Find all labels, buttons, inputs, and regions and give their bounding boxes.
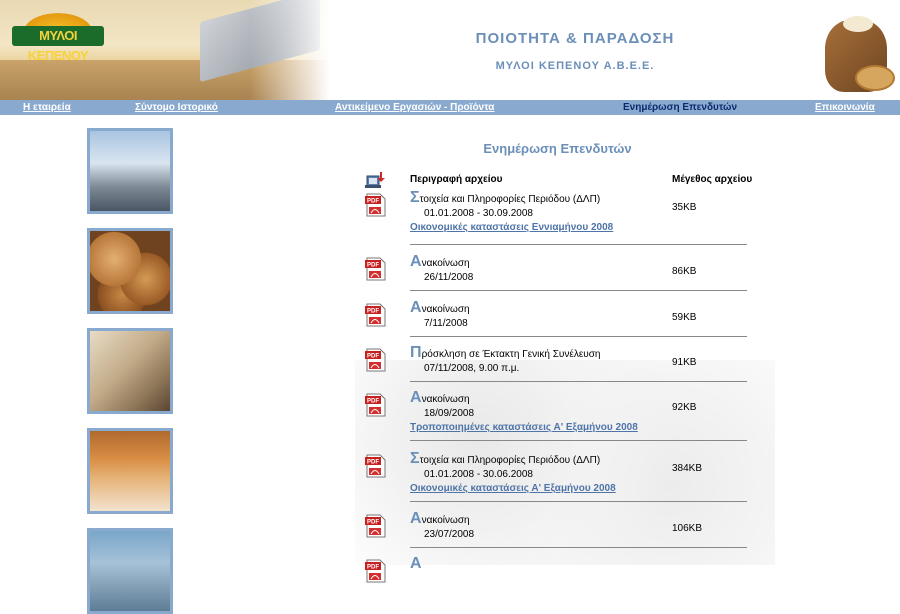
file-description[interactable]: Ανακοίνωση <box>410 253 470 270</box>
row-divider <box>410 290 747 291</box>
svg-text:PDF: PDF <box>367 263 379 269</box>
description-initial: Α <box>410 510 422 527</box>
row-divider <box>410 440 747 441</box>
file-size: 91KB <box>672 357 697 368</box>
file-row: PDF Ανακοίνωση 23/07/2008 106KB <box>360 511 748 549</box>
site-subtitle: ΜΥΛΟΙ ΚΕΠΕΝΟΥ Α.Β.Ε.Ε. <box>495 60 655 72</box>
row-divider <box>410 336 747 337</box>
header: ΜΥΛΟΙ ΚΕΠΕΝΟΥ ΠΟΙΟΤΗΤΑ & ΠΑΡΑΔΟΣΗ ΜΥΛΟΙ … <box>0 0 900 100</box>
row-divider <box>410 501 747 502</box>
row-divider <box>410 547 747 548</box>
pdf-file-icon[interactable]: PDF <box>365 514 387 538</box>
file-description[interactable]: Στοιχεία και Πληροφορίες Περιόδου (ΔΛΠ) <box>410 189 601 206</box>
description-initial: Π <box>410 344 422 361</box>
photo-truck-mill <box>87 128 173 214</box>
file-description[interactable]: Ανακοίνωση <box>410 389 470 406</box>
description-text: τοιχεία και Πληροφορίες Περιόδου (ΔΛΠ) <box>419 455 601 466</box>
row-divider <box>410 381 747 382</box>
file-description[interactable]: Στοιχεία και Πληροφορίες Περιόδου (ΔΛΠ) <box>410 450 601 467</box>
description-initial: Σ <box>410 450 420 467</box>
pdf-file-icon[interactable]: PDF <box>365 559 387 583</box>
company-logo[interactable]: ΜΥΛΟΙ ΚΕΠΕΝΟΥ <box>12 10 104 63</box>
svg-text:PDF: PDF <box>367 565 379 571</box>
file-link[interactable]: Τροποποιημένες καταστάσεις Α' Εξαμήνου 2… <box>410 422 638 433</box>
description-initial: Α <box>410 253 422 270</box>
file-description[interactable]: Α <box>410 555 422 572</box>
site-title: ΠΟΙΟΤΗΤΑ & ΠΑΡΑΔΟΣΗ <box>475 30 675 47</box>
description-initial: Α <box>410 555 422 572</box>
svg-text:PDF: PDF <box>367 309 379 315</box>
file-description[interactable]: Πρόσκληση σε Έκτακτη Γενική Συνέλευση <box>410 344 601 361</box>
description-text: νακοίνωση <box>421 394 470 405</box>
file-date: 7/11/2008 <box>424 318 468 329</box>
nav-contact[interactable]: Επικοινωνία <box>815 100 875 115</box>
file-row: PDF Στοιχεία και Πληροφορίες Περιόδου (Δ… <box>360 451 748 503</box>
svg-text:PDF: PDF <box>367 399 379 405</box>
file-size: 106KB <box>672 523 703 534</box>
download-icon <box>365 171 385 189</box>
file-link[interactable]: Οικονομικές καταστάσεις Α' Εξαμήνου 2008 <box>410 483 616 494</box>
file-date: 01.01.2008 - 30.06.2008 <box>424 469 533 480</box>
description-text: νακοίνωση <box>421 258 470 269</box>
file-date: 07/11/2008, 9.00 π.μ. <box>424 363 520 374</box>
file-row: PDF Ανακοίνωση 7/11/2008 59KB <box>360 300 748 338</box>
pdf-file-icon[interactable]: PDF <box>365 393 387 417</box>
file-description[interactable]: Ανακοίνωση <box>410 299 470 316</box>
file-row: PDF Πρόσκληση σε Έκτακτη Γενική Συνέλευσ… <box>360 345 748 383</box>
photo-oven <box>87 428 173 514</box>
file-date: 18/09/2008 <box>424 408 475 419</box>
file-row: PDF Στοιχεία και Πληροφορίες Περιόδου (Δ… <box>360 190 748 246</box>
pdf-file-icon[interactable]: PDF <box>365 348 387 372</box>
pdf-file-icon[interactable]: PDF <box>365 257 387 281</box>
file-date: 01.01.2008 - 30.09.2008 <box>424 208 533 219</box>
file-row: PDF Α <box>360 556 748 583</box>
description-initial: Α <box>410 389 422 406</box>
file-date: 26/11/2008 <box>424 272 474 283</box>
file-link[interactable]: Οικονομικές καταστάσεις Εννιαμήνου 2008 <box>410 222 613 233</box>
pdf-file-icon[interactable]: PDF <box>365 454 387 478</box>
description-initial: Σ <box>410 189 420 206</box>
flour-sack-image <box>815 10 897 95</box>
description-text: ρόσκληση σε Έκτακτη Γενική Συνέλευση <box>421 349 601 360</box>
file-size: 35KB <box>672 202 697 213</box>
svg-text:PDF: PDF <box>367 460 379 466</box>
nav-investor-relations[interactable]: Ενημέρωση Επενδυτών <box>623 100 737 115</box>
file-row: PDF Ανακοίνωση 26/11/2008 86KB <box>360 254 748 292</box>
table-header: Περιγραφή αρχείου Μέγεθος αρχείου <box>360 171 760 189</box>
photo-breads <box>87 228 173 314</box>
description-text: νακοίνωση <box>421 304 470 315</box>
main-navigation: Η εταιρεία Σύντομο Ιστορικό Αντικείμενο … <box>0 100 900 115</box>
photo-baker <box>87 328 173 414</box>
file-size: 59KB <box>672 312 697 323</box>
file-description[interactable]: Ανακοίνωση <box>410 510 470 527</box>
svg-text:PDF: PDF <box>367 199 379 205</box>
column-header-description: Περιγραφή αρχείου <box>410 174 503 185</box>
pdf-file-icon[interactable]: PDF <box>365 303 387 327</box>
logo-text: ΜΥΛΟΙ ΚΕΠΕΝΟΥ <box>12 26 104 63</box>
page-title: Ενημέρωση Επενδυτών <box>483 141 632 156</box>
file-size: 384KB <box>672 463 703 474</box>
description-text: τοιχεία και Πληροφορίες Περιόδου (ΔΛΠ) <box>419 194 601 205</box>
column-header-size: Μέγεθος αρχείου <box>672 174 753 185</box>
pdf-file-icon[interactable]: PDF <box>365 193 387 217</box>
nav-history[interactable]: Σύντομο Ιστορικό <box>135 100 218 115</box>
file-date: 23/07/2008 <box>424 529 475 540</box>
nav-company[interactable]: Η εταιρεία <box>23 100 71 115</box>
file-size: 86KB <box>672 266 697 277</box>
svg-text:PDF: PDF <box>367 354 379 360</box>
file-row: PDF Ανακοίνωση 18/09/2008 Τροποποιημένες κ… <box>360 390 748 442</box>
file-size: 92KB <box>672 402 697 413</box>
svg-text:PDF: PDF <box>367 520 379 526</box>
row-divider <box>410 244 747 245</box>
description-initial: Α <box>410 299 422 316</box>
description-text: νακοίνωση <box>421 515 470 526</box>
header-banner-image: ΜΥΛΟΙ ΚΕΠΕΝΟΥ <box>0 0 330 100</box>
photo-machinery <box>87 528 173 614</box>
nav-products[interactable]: Αντικείμενο Εργασιών - Προϊόντα <box>335 100 494 115</box>
